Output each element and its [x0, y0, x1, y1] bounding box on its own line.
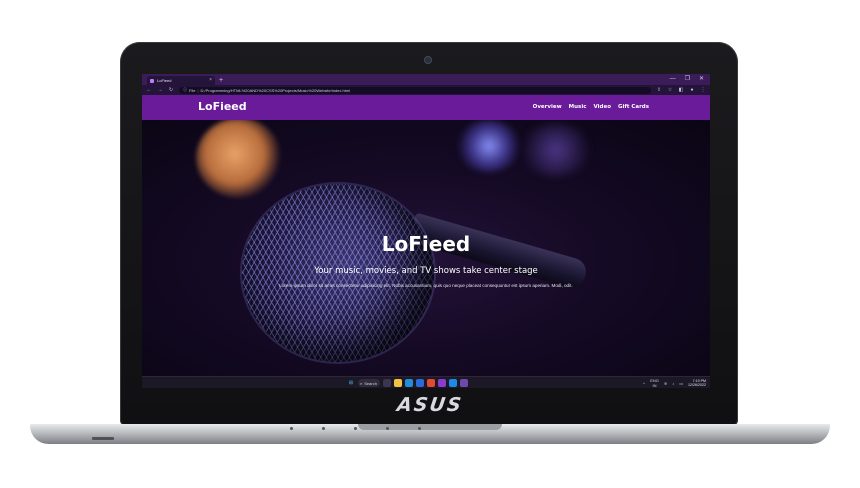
toolbar-actions: ⇪ ☆ ◧ ● ⋮	[656, 87, 706, 93]
tray-overflow-icon[interactable]: ^	[643, 381, 645, 386]
minimize-button[interactable]: —	[670, 75, 676, 83]
taskbar-clock[interactable]: 7:19 PM 12/26/2022	[688, 379, 706, 388]
close-window-button[interactable]: ✕	[699, 75, 704, 83]
hero-bokeh-light	[456, 120, 522, 172]
hero-bokeh-light	[516, 124, 596, 176]
site-navbar: LoFieed Overview Music Video Gift Cards	[142, 95, 710, 120]
language-bottom: IN	[652, 383, 657, 388]
hero-subtitle: Your music, movies, and TV shows take ce…	[314, 266, 538, 276]
terminal-icon[interactable]	[460, 379, 468, 387]
windows-taskbar: ⊞ ⌕ Search ^ ENG IN ≋ ♪ ▭ 7:19 PM 12/26/…	[142, 376, 710, 388]
browser-tab-strip: LoFieed × + — ❐ ✕	[142, 74, 710, 85]
status-led	[322, 427, 325, 430]
address-separator: |	[197, 87, 199, 93]
back-icon[interactable]: ←	[146, 87, 152, 93]
webcam	[424, 56, 432, 64]
vscode-icon[interactable]	[449, 379, 457, 387]
address-bar[interactable]: ⓘ File | D:/Programming/HTML%20AND%20CSS…	[179, 86, 651, 94]
start-windows-icon[interactable]: ⊞	[347, 379, 355, 387]
site-logo[interactable]: LoFieed	[198, 100, 247, 114]
hero-bokeh-light	[196, 120, 282, 198]
status-led	[290, 427, 293, 430]
taskbar-search[interactable]: ⌕ Search	[358, 379, 380, 387]
status-led	[354, 427, 357, 430]
tab-title: LoFieed	[157, 78, 172, 83]
nav-link-overview[interactable]: Overview	[533, 103, 562, 111]
taskbar-search-label: Search	[364, 380, 377, 386]
system-tray: ^ ENG IN ≋ ♪ ▭ 7:19 PM 12/26/2022	[643, 378, 706, 388]
nav-link-video[interactable]: Video	[593, 103, 611, 111]
search-icon: ⌕	[360, 380, 363, 386]
clock-date: 12/26/2022	[688, 383, 706, 387]
status-led	[386, 427, 389, 430]
language-indicator[interactable]: ENG IN	[650, 378, 659, 388]
laptop-screen: LoFieed × + — ❐ ✕ ← → ↻ ⓘ File | D:/Prog…	[142, 74, 710, 388]
forward-icon[interactable]: →	[157, 87, 163, 93]
nav-link-music[interactable]: Music	[569, 103, 587, 111]
hero-title: LoFieed	[381, 232, 471, 256]
wifi-icon[interactable]: ≋	[664, 381, 667, 386]
window-controls: — ❐ ✕	[670, 75, 704, 83]
laptop-hinge-notch	[358, 424, 502, 430]
extensions-icon[interactable]: ◧	[678, 87, 684, 93]
address-prefix: File	[189, 87, 196, 93]
task-view-icon[interactable]	[383, 379, 391, 387]
favicon-icon	[150, 78, 154, 83]
chrome-icon[interactable]	[427, 379, 435, 387]
share-icon[interactable]: ⇪	[656, 87, 662, 93]
edge-browser-icon[interactable]	[405, 379, 413, 387]
site-nav-links: Overview Music Video Gift Cards	[533, 103, 649, 111]
taskbar-apps: ⊞ ⌕ Search	[347, 379, 468, 387]
hero-text: Lorem ipsum dolor sit amet consectetur a…	[279, 283, 573, 288]
profile-icon[interactable]: ●	[689, 87, 695, 93]
reload-icon[interactable]: ↻	[168, 87, 174, 93]
info-icon: ⓘ	[183, 87, 187, 92]
new-tab-button[interactable]: +	[219, 76, 223, 85]
address-url: D:/Programming/HTML%20AND%20CSS%20Projec…	[200, 87, 351, 93]
bookmark-star-icon[interactable]: ☆	[667, 87, 673, 93]
store-icon[interactable]	[416, 379, 424, 387]
laptop-brand-logo: ASUS	[395, 394, 465, 416]
close-tab-icon[interactable]: ×	[209, 78, 212, 83]
app-icon[interactable]	[438, 379, 446, 387]
laptop-port	[92, 437, 114, 440]
status-led	[418, 427, 421, 430]
menu-icon[interactable]: ⋮	[700, 87, 706, 93]
file-explorer-icon[interactable]	[394, 379, 402, 387]
nav-link-gift-cards[interactable]: Gift Cards	[618, 103, 649, 111]
browser-toolbar: ← → ↻ ⓘ File | D:/Programming/HTML%20AND…	[142, 85, 710, 95]
hero-section: LoFieed Your music, movies, and TV shows…	[142, 120, 710, 376]
maximize-button[interactable]: ❐	[685, 75, 690, 83]
battery-icon[interactable]: ▭	[679, 381, 683, 386]
browser-tab[interactable]: LoFieed ×	[147, 76, 215, 85]
volume-icon[interactable]: ♪	[672, 381, 674, 386]
